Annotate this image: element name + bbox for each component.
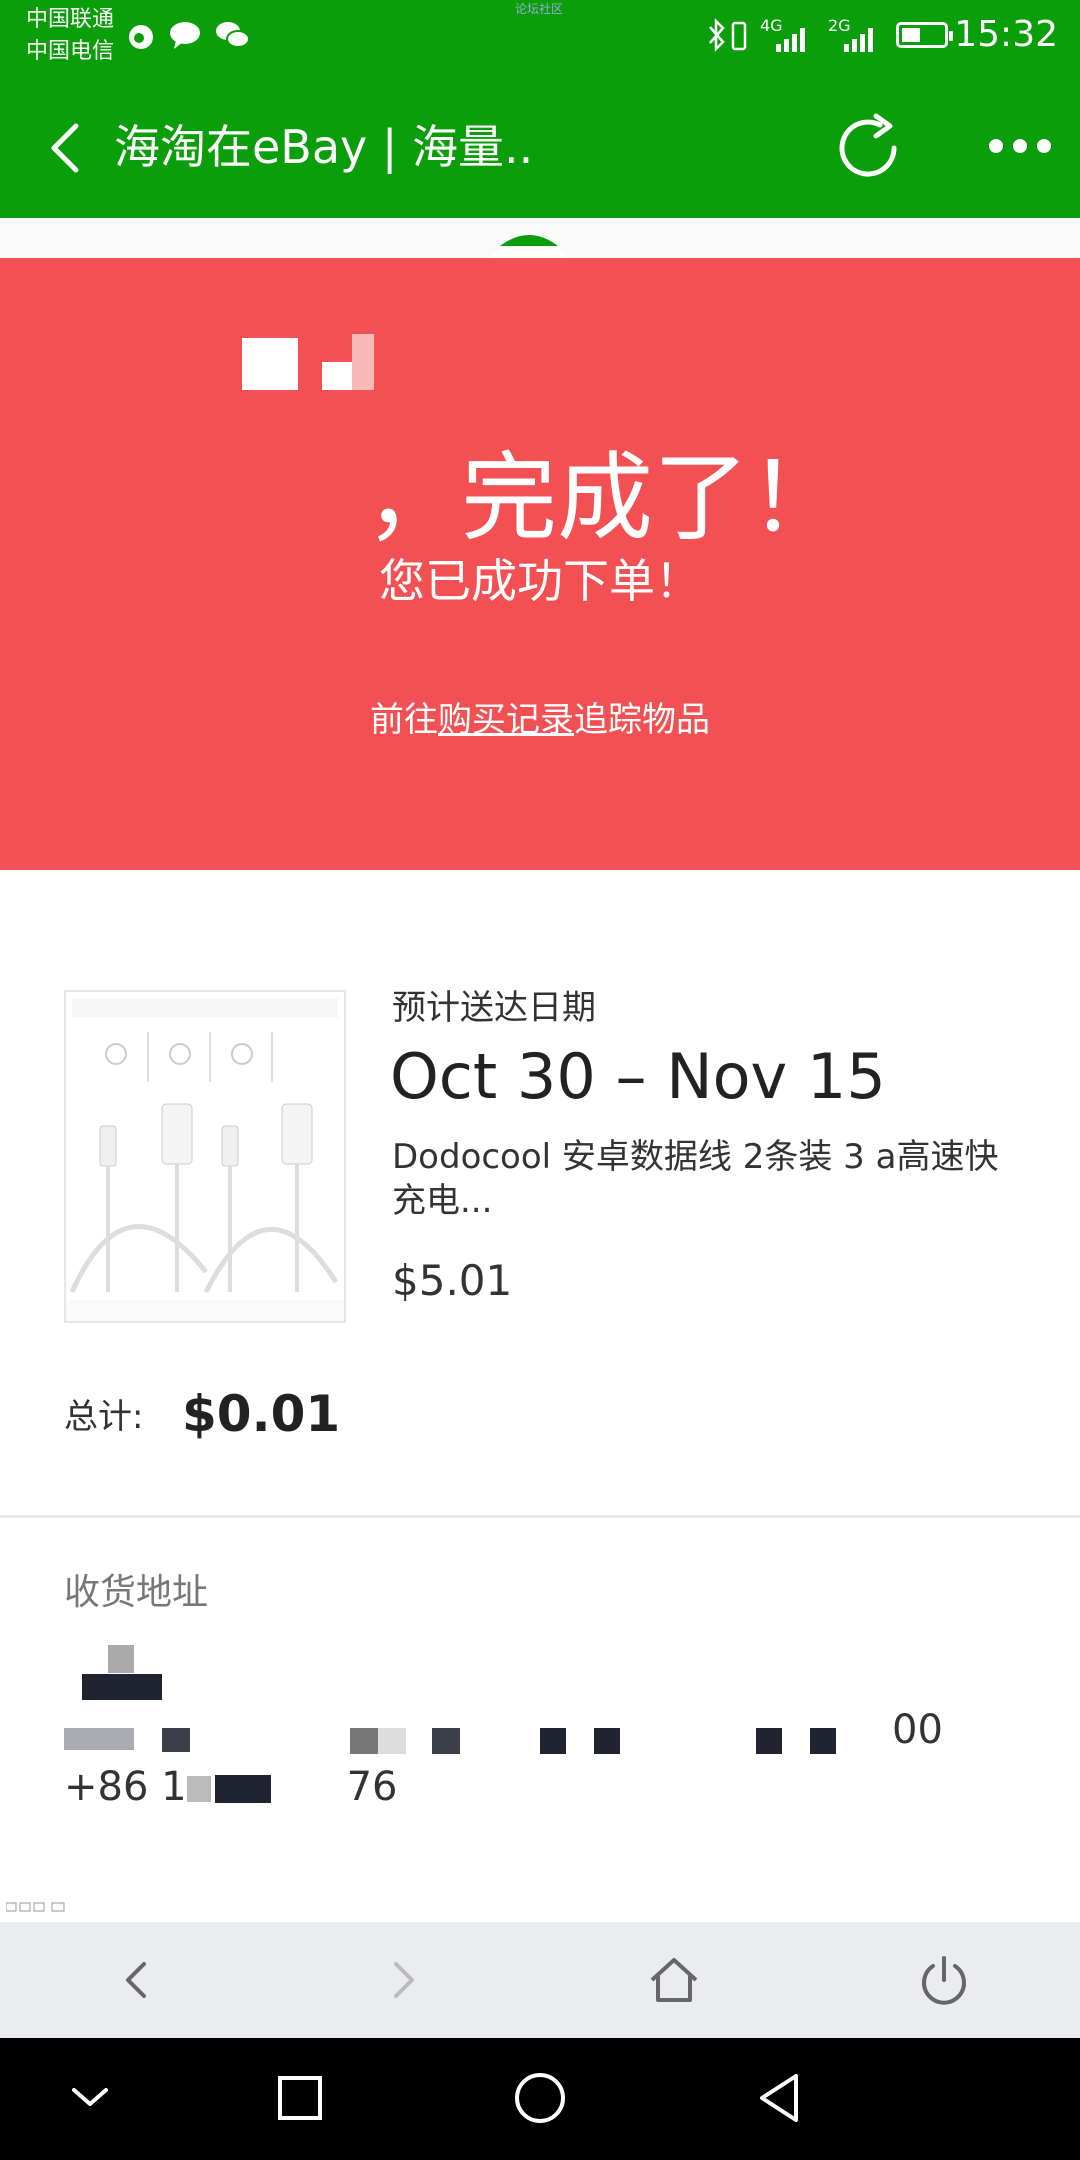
subtitle: 您已成功下单！ <box>379 554 701 608</box>
redacted-block <box>214 1775 271 1803</box>
more-icon[interactable] <box>986 132 1056 160</box>
redacted-block <box>350 1728 378 1754</box>
redacted-block <box>82 1674 162 1700</box>
clock: 15:32 <box>954 14 1058 55</box>
bluetooth-icon <box>706 17 728 56</box>
item-price: $5.01 <box>392 1256 513 1305</box>
redacted-block <box>64 1728 134 1750</box>
redacted-block <box>810 1728 836 1754</box>
page-title: 海淘在eBay | 海量.. <box>114 120 534 174</box>
track-prefix: 前往 <box>370 700 438 740</box>
forward-icon[interactable] <box>368 1944 440 2016</box>
title-bar: 海淘在eBay | 海量.. <box>0 70 1080 218</box>
redacted-block <box>378 1728 406 1754</box>
product-thumbnail[interactable] <box>64 990 346 1323</box>
signal-2-icon <box>828 26 880 58</box>
headline: ，完成了！ <box>365 442 845 554</box>
refresh-icon[interactable] <box>836 110 908 186</box>
redacted-block <box>756 1728 782 1754</box>
battery-icon <box>896 22 953 48</box>
success-banner: ，完成了！ 您已成功下单！ 前往购买记录追踪物品 <box>0 258 1080 870</box>
phone: +86 1 76 <box>64 1762 397 1812</box>
back-arrow-icon[interactable] <box>40 116 96 180</box>
collapse-icon[interactable] <box>50 2058 130 2138</box>
section-divider <box>0 1515 1080 1518</box>
redacted-block <box>242 338 298 390</box>
address-label: 收货地址 <box>64 1572 209 1613</box>
total-label: 总计: <box>64 1397 144 1437</box>
power-icon[interactable] <box>908 1944 980 2016</box>
track-line: 前往购买记录追踪物品 <box>0 698 1080 742</box>
system-nav-bar <box>0 2038 1080 2160</box>
item-title[interactable]: Dodocool 安卓数据线 2条装 3 a高速快充电... <box>392 1135 1032 1223</box>
redacted-block <box>540 1728 566 1754</box>
redacted-block <box>352 334 374 390</box>
address-line-end: 00 <box>892 1707 943 1753</box>
phone-prefix: +86 1 <box>64 1764 187 1810</box>
redacted-block <box>186 1776 211 1802</box>
browser-toolbar <box>0 1922 1080 2038</box>
vibrate-icon <box>730 20 748 56</box>
carrier-2: 中国电信 <box>26 39 115 64</box>
back-triangle-icon[interactable] <box>740 2058 820 2138</box>
status-bar: 中国联通 中国电信 论坛社区 4G 2G 15:32 <box>0 0 1080 70</box>
redacted-block <box>162 1728 190 1752</box>
tiny-status-icons <box>5 1900 66 1918</box>
signal-1-icon <box>760 26 812 58</box>
phone-suffix: 76 <box>346 1764 398 1810</box>
wechat-icon <box>214 18 250 52</box>
purchase-history-link[interactable]: 购买记录 <box>438 700 574 740</box>
redacted-block <box>108 1645 134 1673</box>
delivery-label: 预计送达日期 <box>392 988 596 1028</box>
home-icon[interactable] <box>638 1944 710 2016</box>
delivery-date: Oct 30 – Nov 15 <box>390 1040 886 1113</box>
total-value: $0.01 <box>182 1385 341 1443</box>
message-icon <box>168 18 202 52</box>
redacted-block <box>322 362 352 390</box>
track-suffix: 追踪物品 <box>574 700 710 740</box>
recents-icon[interactable] <box>260 2058 340 2138</box>
redacted-block <box>594 1728 620 1754</box>
back-icon[interactable] <box>100 1944 172 2016</box>
carrier-1: 中国联通 <box>26 7 115 32</box>
redacted-block <box>432 1728 460 1754</box>
home-circle-icon[interactable] <box>500 2058 580 2138</box>
status-link: 论坛社区 <box>515 2 564 16</box>
weibo-icon <box>124 18 158 52</box>
